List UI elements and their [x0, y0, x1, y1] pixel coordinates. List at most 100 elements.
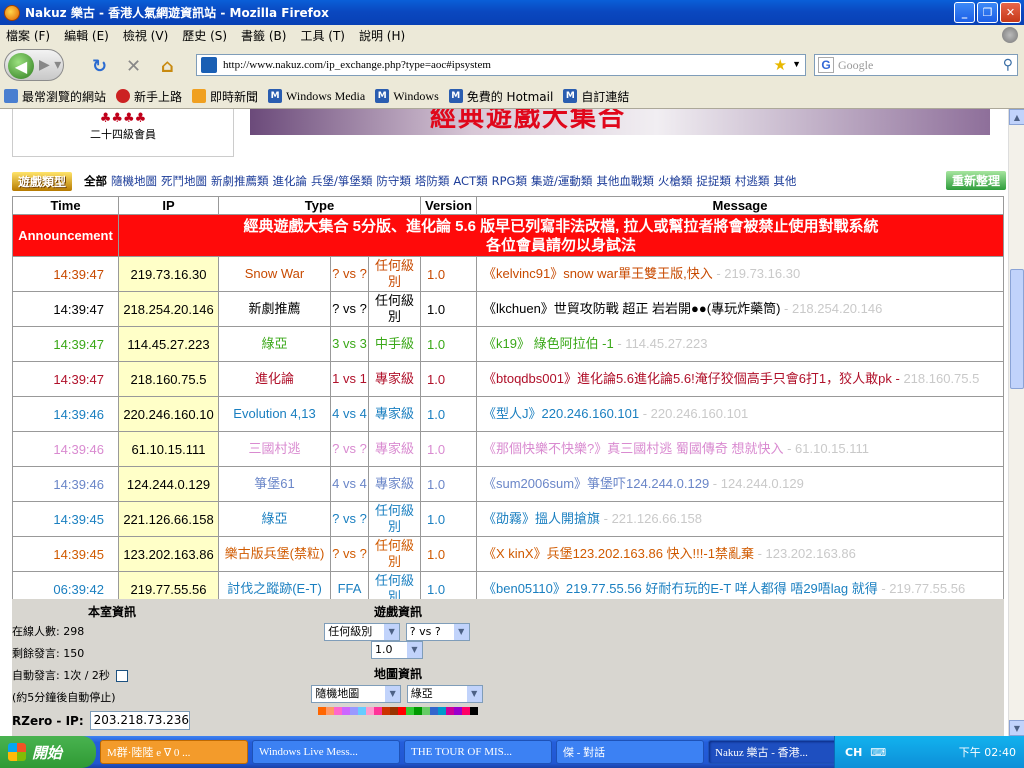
color-swatch[interactable] [334, 707, 342, 715]
map-select[interactable]: 綠亞 [406, 685, 483, 703]
menu-view[interactable]: 檢視 (V) [123, 27, 168, 44]
search-icon[interactable]: ⚲ [1003, 57, 1013, 74]
ime-indicator[interactable]: CH [845, 746, 862, 759]
scroll-up-icon[interactable]: ▲ [1009, 109, 1024, 125]
row-ip: 124.244.0.129 [118, 466, 219, 502]
reload-icon[interactable]: ↻ [92, 56, 107, 77]
auto-message-checkbox[interactable] [115, 670, 128, 682]
search-box[interactable]: G Google ⚲ [814, 54, 1018, 76]
color-swatch[interactable] [382, 707, 390, 715]
category-link[interactable]: 進化論 [273, 173, 308, 189]
category-link[interactable]: 火槍類 [658, 173, 693, 189]
version-select[interactable]: 1.0 [371, 641, 423, 659]
category-link[interactable]: 塔防類 [415, 173, 450, 189]
row-ip: 218.254.20.146 [118, 291, 219, 327]
start-button[interactable]: 開始 [0, 736, 96, 768]
color-swatch[interactable] [374, 707, 382, 715]
table-row[interactable]: 14:39:47 218.254.20.146 新劇推薦? vs ? 任何級別 1.0 《… [12, 291, 1004, 327]
category-link[interactable]: 新劇推薦類 [211, 173, 269, 189]
color-swatch[interactable] [366, 707, 374, 715]
color-swatch[interactable] [414, 707, 422, 715]
color-swatch[interactable] [454, 707, 462, 715]
announcement-label: Announcement [12, 214, 119, 257]
task-button[interactable]: M群·陸陸 e ∇ 0 ... [100, 740, 248, 764]
category-link[interactable]: 村逃類 [735, 173, 770, 189]
task-button[interactable]: 傑 - 對話 [556, 740, 704, 764]
table-row[interactable]: 14:39:46 124.244.0.129 箏堡61 4 vs 4 專家級 1.0 《su… [12, 466, 1004, 502]
table-row[interactable]: 14:39:46 61.10.15.111 三國村逃? vs ? 專家級 1.0 《那個快… [12, 431, 1004, 467]
color-swatch[interactable] [326, 707, 334, 715]
home-icon[interactable]: ⌂ [161, 56, 174, 77]
url-dropdown-icon[interactable]: ▼ [792, 59, 801, 69]
scroll-down-icon[interactable]: ▼ [1009, 720, 1024, 736]
row-time: 14:39:47 [12, 291, 119, 327]
table-row[interactable]: 14:39:47 218.160.75.5 進化論 1 vs 1 專家級 1.0 《btoq… [12, 361, 1004, 397]
back-button[interactable]: ◀ [8, 53, 34, 79]
color-swatch[interactable] [358, 707, 366, 715]
category-link[interactable]: 捉捉類 [696, 173, 731, 189]
color-swatch[interactable] [350, 707, 358, 715]
color-swatch[interactable] [470, 707, 478, 715]
stop-icon[interactable]: ✕ [126, 56, 141, 77]
category-link[interactable]: 其他 [773, 173, 796, 189]
url-bar[interactable]: http://www.nakuz.com/ip_exchange.php?typ… [196, 54, 806, 76]
bookmark-hotmail[interactable]: M 免費的 Hotmail [448, 88, 553, 105]
bookmark-windows-media[interactable]: M Windows Media [268, 89, 365, 104]
scroll-thumb[interactable] [1010, 269, 1024, 389]
menu-file[interactable]: 檔案 (F) [6, 27, 50, 44]
color-swatch[interactable] [430, 707, 438, 715]
category-link[interactable]: 集遊/運動類 [531, 173, 592, 189]
menu-history[interactable]: 歷史 (S) [182, 27, 227, 44]
menu-edit[interactable]: 編輯 (E) [64, 27, 109, 44]
close-button[interactable]: ✕ [1000, 2, 1021, 23]
tray-icon[interactable]: ⌨ [870, 746, 886, 759]
table-row[interactable]: 14:39:45 123.202.163.86 樂古版兵堡(禁粒)? vs ? 任何級… [12, 536, 1004, 572]
menu-help[interactable]: 說明 (H) [359, 27, 405, 44]
google-engine-icon[interactable]: G [818, 57, 834, 73]
bookmark-news[interactable]: 即時新聞 [192, 88, 258, 105]
category-all[interactable]: 全部 [84, 173, 107, 189]
ad-banner[interactable]: 經典遊戲大集合 [250, 109, 990, 135]
rzero-ip-input[interactable]: 203.218.73.236 [89, 711, 190, 730]
color-swatch[interactable] [406, 707, 414, 715]
minimize-button[interactable]: _ [954, 2, 975, 23]
forward-button[interactable]: ▶ ▾ [39, 57, 61, 73]
category-link[interactable]: 兵堡/箏堡類 [311, 173, 372, 189]
category-link[interactable]: 隨機地圖 [111, 173, 157, 189]
color-palette [298, 707, 498, 715]
color-swatch[interactable] [342, 707, 350, 715]
refresh-button[interactable]: 重新整理 [945, 171, 1006, 190]
color-swatch[interactable] [462, 707, 470, 715]
color-swatch[interactable] [438, 707, 446, 715]
table-row[interactable]: 14:39:45 221.126.66.158 綠亞? vs ? 任何級別 1.0 《劭霧… [12, 501, 1004, 537]
category-link[interactable]: RPG類 [492, 173, 527, 189]
level-select[interactable]: 任何級別 [324, 623, 401, 641]
category-link[interactable]: 死鬥地圖 [161, 173, 207, 189]
bookmark-most-visited[interactable]: 最常瀏覽的網站 [4, 88, 106, 105]
color-swatch[interactable] [398, 707, 406, 715]
task-button[interactable]: THE TOUR OF MIS... [404, 740, 552, 764]
category-link[interactable]: 防守類 [376, 173, 411, 189]
bookmark-custom-links[interactable]: M 自訂連結 [563, 88, 629, 105]
bookmark-getting-started[interactable]: 新手上路 [116, 88, 182, 105]
color-swatch[interactable] [422, 707, 430, 715]
table-row[interactable]: 14:39:47 219.73.16.30 Snow War? vs ? 任何級別 1.… [12, 256, 1004, 292]
map-type-select[interactable]: 隨機地圖 [311, 685, 402, 703]
color-swatch[interactable] [390, 707, 398, 715]
color-swatch[interactable] [446, 707, 454, 715]
maximize-button[interactable]: ❐ [977, 2, 998, 23]
vertical-scrollbar[interactable]: ▲ ▼ [1008, 109, 1024, 736]
category-link[interactable]: 其他血戰類 [596, 173, 654, 189]
color-swatch[interactable] [318, 707, 326, 715]
menu-bookmarks[interactable]: 書籤 (B) [241, 27, 286, 44]
table-row[interactable]: 14:39:47 114.45.27.223 綠亞 3 vs 3 中手級 1.0 《k19》… [12, 326, 1004, 362]
category-link[interactable]: ACT類 [453, 173, 487, 189]
bookmark-windows[interactable]: M Windows [375, 89, 439, 104]
bookmark-star-icon[interactable]: ★ [774, 56, 787, 75]
menu-tools[interactable]: 工具 (T) [300, 27, 345, 44]
task-button[interactable]: Windows Live Mess... [252, 740, 400, 764]
row-game-name: Evolution 4,13 [218, 396, 331, 432]
vs-select[interactable]: ? vs ? [405, 623, 470, 641]
table-row[interactable]: 14:39:46 220.246.160.10 Evolution 4,13 4 vs… [12, 396, 1004, 432]
row-message-text: 《lkchuen》世貿攻防戰 超正 岩岩開●●(專玩炸藥筒) [483, 301, 781, 316]
